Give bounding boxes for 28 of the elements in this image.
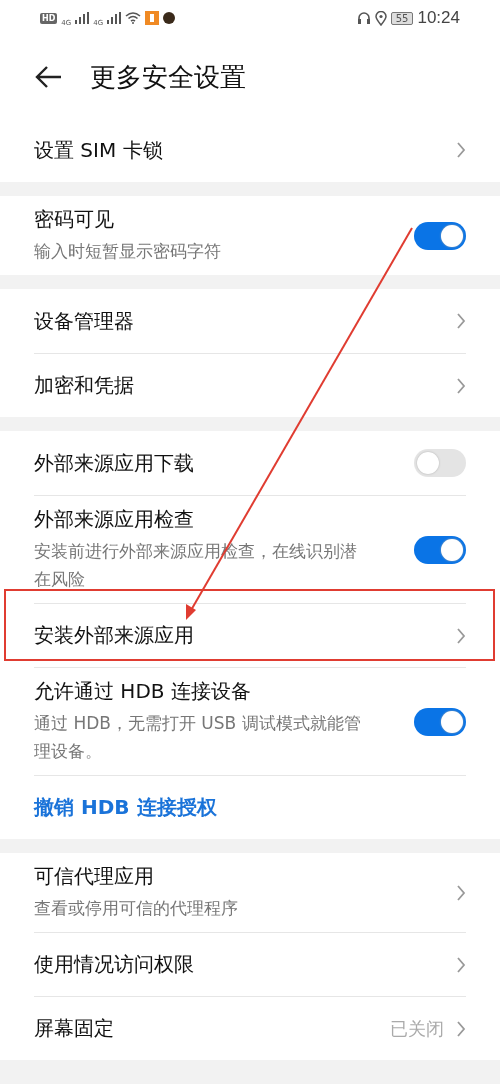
row-title: 可信代理应用 [34,863,155,890]
hd-badge: HD [40,12,58,24]
row-title: 外部来源应用检查 [34,506,195,533]
row-title: 设备管理器 [34,307,134,335]
row-title: 使用情况访问权限 [34,951,194,978]
row-title: 外部来源应用下载 [34,449,194,477]
settings-row[interactable]: 屏幕固定 已关闭 [34,996,466,1060]
row-title: 屏幕固定 [34,1015,114,1042]
settings-row[interactable]: 可信代理应用 查看或停用可信的代理程序 [34,853,466,932]
revoke-link[interactable]: 撤销 HDB 连接授权 [34,794,217,821]
status-time: 10:24 [417,8,460,28]
settings-row[interactable]: 外部来源应用下载 [34,431,466,495]
row-title: 设置 SIM 卡锁 [34,136,163,164]
row-description: 查看或停用可信的代理程序 [34,897,238,920]
settings-row[interactable]: 允许通过 HDB 连接设备 通过 HDB，无需打开 USB 调试模式就能管理设备。 [34,667,466,775]
settings-row[interactable]: 使用情况访问权限 [34,932,466,996]
row-description: 通过 HDB，无需打开 USB 调试模式就能管理设备。 [34,712,362,763]
settings-row[interactable]: 设备管理器 [34,289,466,353]
page-title: 更多安全设置 [90,60,246,94]
row-title: 安装外部来源应用 [34,622,194,649]
row-title: 密码可见 [34,206,115,233]
settings-row[interactable]: 撤销 HDB 连接授权 [34,775,466,839]
row-description: 输入时短暂显示密码字符 [34,240,221,263]
settings-row[interactable]: 加密和凭据 [34,353,466,417]
row-title: 允许通过 HDB 连接设备 [34,678,252,705]
battery-indicator: 55 [390,11,414,25]
row-title: 加密和凭据 [34,372,134,399]
row-value: 已关闭 [390,1016,444,1041]
